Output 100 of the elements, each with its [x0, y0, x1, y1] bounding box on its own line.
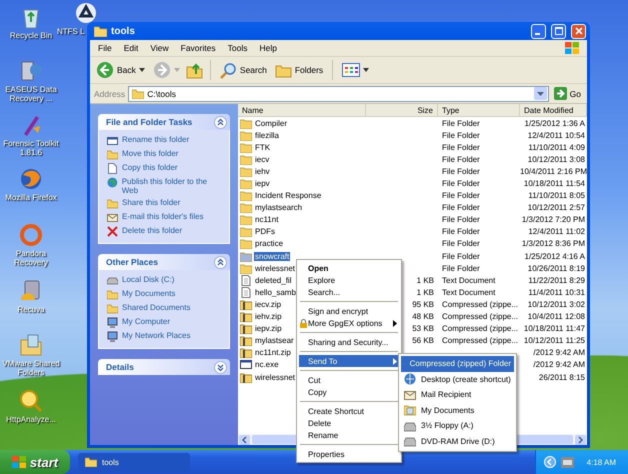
menu-item[interactable]: Edit [118, 43, 144, 53]
file-size: 53 KB [412, 324, 434, 334]
column-header[interactable]: Name [238, 104, 366, 116]
minimize-button[interactable] [531, 24, 546, 38]
task-link[interactable]: E-mail this folder's files [122, 212, 204, 221]
file-name[interactable]: nc.exe [254, 360, 280, 370]
submenu-item[interactable]: 3½ Floppy (A:) [401, 418, 514, 434]
start-button[interactable]: start [0, 450, 70, 474]
file-type: Compressed (zippe... [442, 312, 518, 322]
context-menu-item[interactable]: Search... [299, 286, 399, 298]
column-header[interactable]: Size [366, 104, 438, 116]
submenu-item[interactable]: Desktop (create shortcut) [401, 372, 514, 387]
dropdown-button[interactable] [534, 87, 547, 100]
file-name[interactable]: mylastsearch [254, 203, 304, 212]
menu-item[interactable]: Help [253, 43, 283, 53]
task-link[interactable]: Shared Documents [122, 303, 190, 312]
context-menu-item[interactable]: Cut [299, 374, 399, 386]
maximize-icon [554, 27, 562, 35]
chevron-icon[interactable] [214, 360, 227, 374]
file-date: 1/25/2012 4:16 A [524, 252, 585, 261]
context-menu-item[interactable]: Create Shortcut [299, 405, 399, 417]
folder-icon[interactable] [18, 332, 44, 358]
file-name[interactable]: iehv.zip [254, 312, 283, 322]
task-link[interactable]: Move this folder [122, 149, 178, 158]
file-name[interactable]: nc11nt [254, 215, 280, 224]
file-name[interactable]: mylastsear [254, 336, 295, 346]
caret-icon [138, 68, 145, 72]
task-link[interactable]: Publish this folder to the Web [122, 177, 223, 195]
context-menu-item[interactable]: Open [299, 262, 399, 274]
magnifier-icon[interactable] [18, 388, 44, 414]
context-menu-item[interactable]: Delete [299, 417, 399, 429]
views-button[interactable] [340, 63, 372, 77]
task-link[interactable]: Share this folder [122, 198, 180, 207]
scroll-right-button[interactable] [575, 434, 586, 444]
caret-icon [363, 68, 370, 72]
file-name[interactable]: iehv [254, 166, 271, 176]
file-name[interactable]: FTK [254, 142, 272, 152]
file-name[interactable]: wirelessnet [254, 372, 296, 382]
file-name[interactable]: iecv [254, 154, 270, 164]
tray-app-icon[interactable] [560, 456, 574, 468]
file-name[interactable]: nc11nt.zip [254, 348, 292, 358]
panel-header[interactable]: Other Places [98, 254, 230, 270]
context-menu-item[interactable]: Explore [299, 274, 399, 286]
folder-icon [240, 214, 252, 226]
search-button[interactable]: Search [218, 62, 269, 78]
context-menu-item[interactable]: Send To [299, 355, 399, 367]
monitor-icon [107, 331, 118, 342]
taskbar-button[interactable]: tools [78, 452, 190, 472]
task-link[interactable]: Copy this folder [122, 163, 178, 172]
context-menu-item[interactable]: Sharing and Security... [299, 336, 399, 348]
task-link[interactable]: My Network Places [122, 331, 190, 340]
folder-icon [240, 142, 252, 153]
maximize-button[interactable] [551, 24, 566, 38]
file-name[interactable]: PDFs [254, 227, 276, 236]
panel-header[interactable]: Details [98, 359, 230, 375]
up-folder-icon[interactable] [186, 62, 203, 78]
submenu-item[interactable]: Mail Recipient [401, 387, 514, 402]
file-name[interactable]: deleted_fil [254, 276, 292, 285]
file-name[interactable]: iepv [254, 179, 271, 188]
mail-icon [404, 388, 416, 401]
back-button[interactable]: Back [94, 61, 147, 79]
file-date: 10/26/2011 8:19 [528, 264, 585, 273]
context-menu-item[interactable]: Copy [299, 386, 399, 398]
address-field[interactable]: C:\tools [128, 86, 549, 102]
go-button[interactable]: Go [552, 87, 583, 100]
file-name[interactable]: Compiler [254, 118, 288, 128]
submenu-item[interactable]: Compressed (zipped) Folder [401, 356, 514, 372]
context-menu-item[interactable]: More GpgEX options [299, 317, 399, 329]
menu-item[interactable]: View [144, 43, 175, 53]
file-name[interactable]: hello_samb [254, 288, 297, 297]
menu-item[interactable]: Tools [222, 43, 254, 53]
file-name[interactable]: filezilla [254, 130, 280, 140]
file-name[interactable]: Incident Response [254, 191, 322, 200]
task-link[interactable]: Delete this folder [122, 226, 182, 235]
go-arrow-icon [554, 87, 567, 100]
panel-header[interactable]: File and Folder Tasks [98, 114, 230, 130]
column-header[interactable]: Type [438, 104, 520, 116]
submenu-item[interactable]: DVD-RAM Drive (D:) [401, 434, 514, 449]
column-header[interactable]: Date Modified [520, 104, 587, 116]
task-link[interactable]: My Documents [122, 289, 176, 298]
clock: 4:18 AM [586, 458, 616, 466]
file-name[interactable]: snowcraft [254, 252, 290, 261]
task-link[interactable]: My Computer [122, 317, 170, 326]
folders-button[interactable]: Folders [272, 62, 326, 78]
context-menu-item[interactable]: Sign and encrypt [299, 305, 399, 317]
file-name[interactable]: wirelessnet [254, 264, 296, 273]
context-menu-item[interactable]: Properties [299, 448, 399, 460]
menu-item[interactable]: Favorites [174, 43, 222, 53]
submenu-item[interactable]: My Documents [401, 402, 514, 418]
context-menu-item[interactable]: Rename [299, 429, 399, 441]
chevron-icon[interactable] [214, 116, 227, 128]
file-name[interactable]: practice [254, 239, 284, 248]
scroll-left-button[interactable] [239, 434, 250, 444]
menu-item[interactable]: File [92, 43, 118, 53]
file-name[interactable]: iepv.zip [254, 324, 283, 334]
task-link[interactable]: Rename this folder [122, 135, 190, 144]
file-name[interactable]: iecv.zip [254, 300, 282, 309]
chevron-icon[interactable] [214, 256, 227, 268]
task-link[interactable]: Local Disk (C:) [122, 275, 174, 284]
close-button[interactable] [571, 24, 586, 38]
